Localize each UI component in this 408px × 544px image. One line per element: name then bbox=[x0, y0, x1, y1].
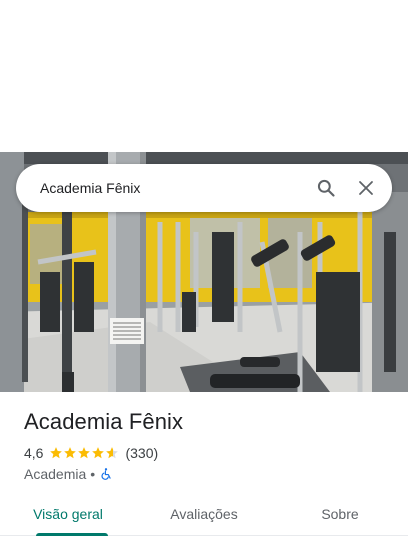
tab-about[interactable]: Sobre bbox=[272, 496, 408, 535]
close-icon bbox=[359, 181, 373, 195]
search-icon bbox=[317, 179, 335, 197]
star-icon bbox=[78, 447, 91, 459]
place-category: Academia bbox=[24, 466, 87, 482]
tab-label: Avaliações bbox=[170, 506, 238, 522]
search-button[interactable] bbox=[306, 168, 346, 208]
star-icon bbox=[92, 447, 105, 459]
place-title: Academia Fênix bbox=[24, 409, 184, 434]
search-bar[interactable]: Academia Fênix bbox=[16, 164, 392, 212]
category-row: Academia • bbox=[24, 465, 113, 483]
half-star-icon bbox=[106, 447, 119, 459]
active-tab-indicator bbox=[36, 533, 108, 536]
star-icon bbox=[64, 447, 77, 459]
search-input[interactable]: Academia Fênix bbox=[40, 180, 306, 196]
tab-overview[interactable]: Visão geral bbox=[0, 496, 136, 536]
rating-stars bbox=[49, 446, 119, 460]
separator-dot: • bbox=[90, 466, 96, 482]
rating-row[interactable]: 4,6 (330) bbox=[24, 444, 158, 462]
star-icon bbox=[50, 447, 63, 459]
place-page: Academia Fênix Academia Fênix 4,6 (330) … bbox=[0, 0, 408, 544]
rating-value: 4,6 bbox=[24, 445, 44, 461]
wheelchair-icon bbox=[101, 468, 111, 480]
clear-search-button[interactable] bbox=[346, 168, 386, 208]
review-count[interactable]: (330) bbox=[125, 445, 158, 461]
tab-label: Visão geral bbox=[33, 506, 103, 522]
tab-label: Sobre bbox=[321, 506, 359, 522]
place-tabs: Visão geral Avaliações Sobre bbox=[0, 496, 408, 536]
tab-reviews[interactable]: Avaliações bbox=[136, 496, 272, 535]
